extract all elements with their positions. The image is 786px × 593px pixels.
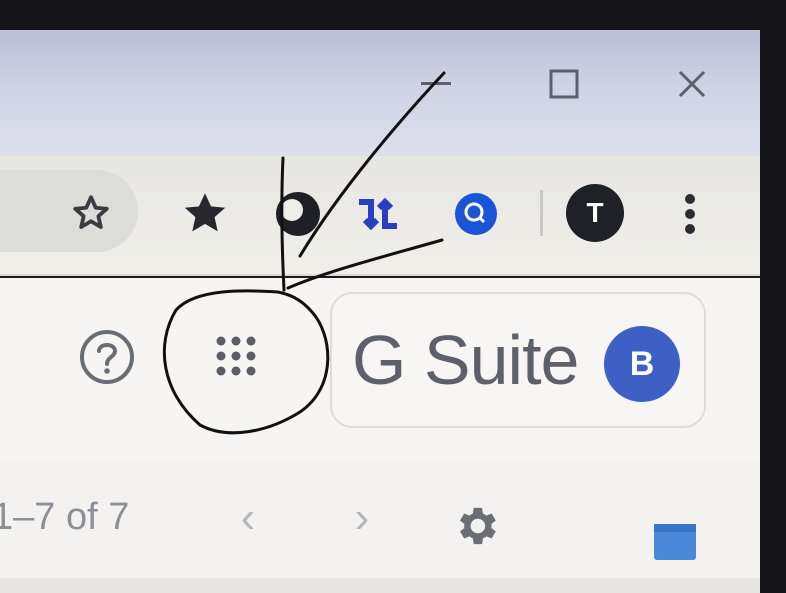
window-bottom-edge	[0, 578, 762, 593]
extension-round-icon[interactable]	[270, 186, 326, 242]
apps-grid-icon[interactable]	[204, 324, 268, 388]
account-avatar[interactable]: B	[604, 326, 680, 402]
extension-arrows-icon[interactable]	[350, 186, 406, 242]
page-range-text: 1–7 of 7	[0, 496, 130, 538]
browser-toolbar: T	[0, 156, 762, 276]
next-page-button[interactable]: ›	[336, 490, 388, 546]
help-icon[interactable]	[76, 326, 138, 388]
settings-gear-icon[interactable]	[448, 498, 504, 554]
chrome-menu-icon[interactable]	[670, 186, 710, 242]
toolbar-divider	[540, 190, 543, 236]
filled-star-icon[interactable]	[176, 186, 234, 240]
mail-list-toolbar: 1–7 of 7 ‹ ›	[0, 460, 762, 593]
extension-search-icon[interactable]	[448, 186, 504, 242]
close-button[interactable]	[664, 56, 720, 112]
screen: T G Suite B 1–7 of 7 ‹ ›	[0, 30, 762, 593]
bookmark-star-icon[interactable]	[66, 188, 116, 238]
monitor-bezel-right	[760, 0, 786, 593]
window-titlebar	[0, 30, 762, 156]
maximize-button[interactable]	[536, 56, 592, 112]
profile-avatar[interactable]: T	[566, 184, 624, 242]
gsuite-account-card[interactable]: G Suite B	[330, 292, 706, 428]
calendar-icon[interactable]	[650, 520, 700, 564]
previous-page-button[interactable]: ‹	[222, 490, 274, 546]
minimize-button[interactable]	[408, 56, 464, 112]
gsuite-logo-text: G Suite	[352, 321, 579, 399]
app-header: G Suite B	[0, 278, 762, 460]
